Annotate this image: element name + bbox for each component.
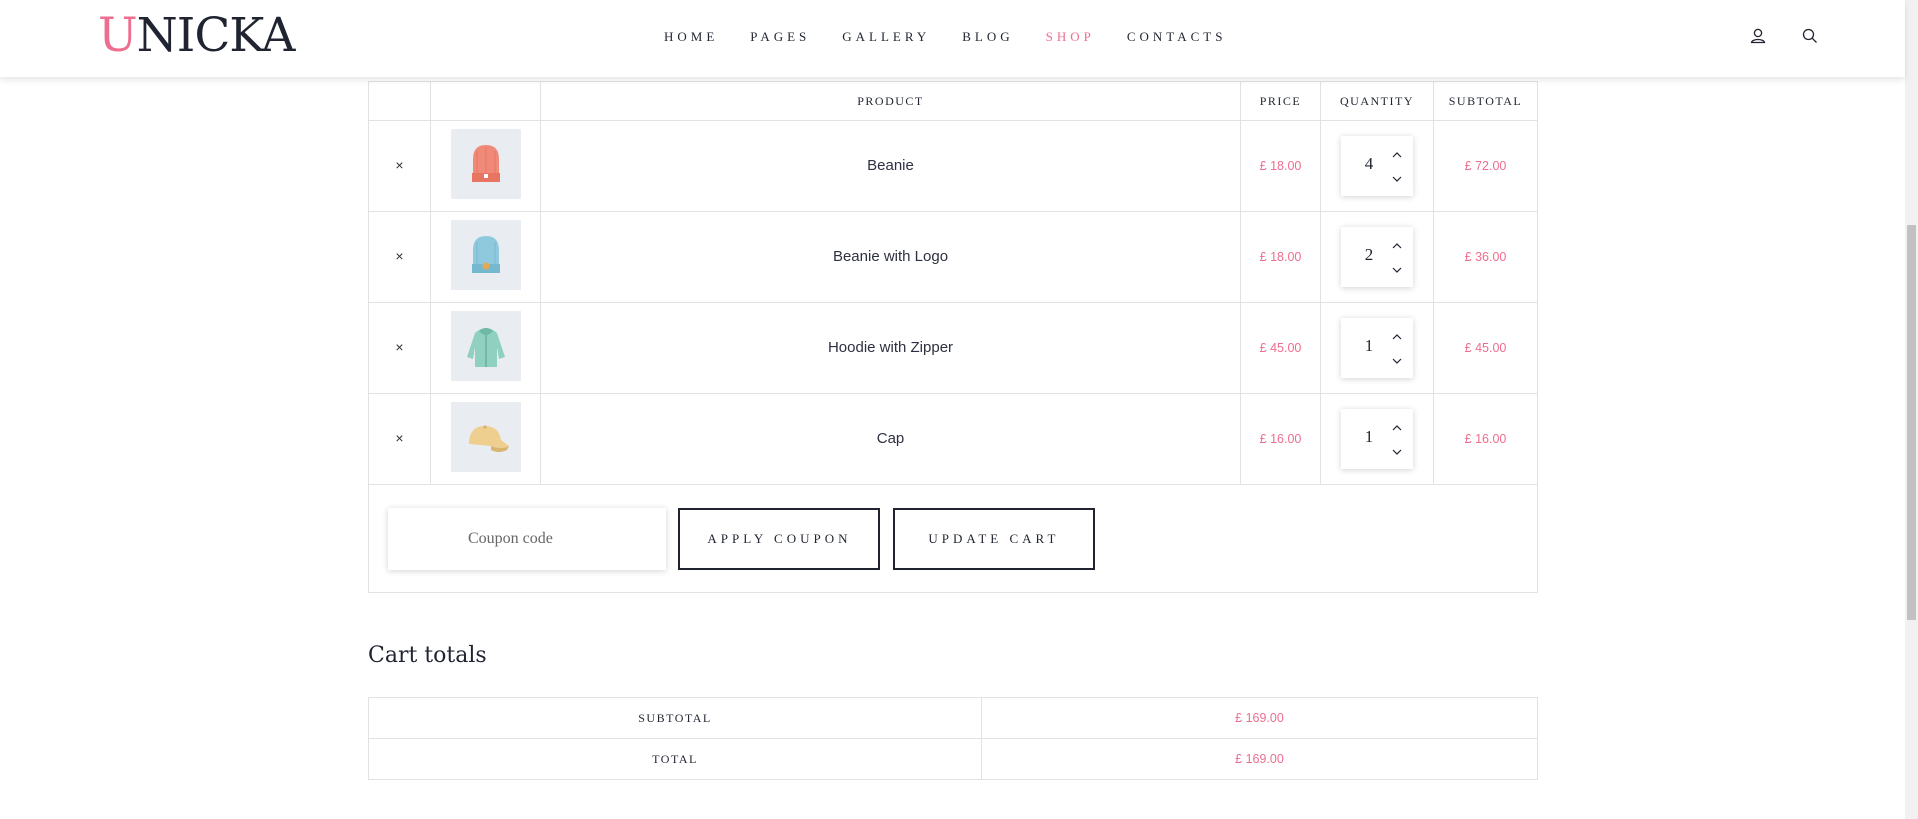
quantity-value[interactable]: 2 (1359, 245, 1379, 265)
cap-thumbnail[interactable] (450, 401, 521, 472)
nav-blog[interactable]: BLOG (962, 28, 1013, 46)
product-name[interactable]: Beanie (867, 157, 914, 174)
cart-actions-row: APPLY COUPON UPDATE CART (368, 484, 1538, 593)
remove-item-button[interactable]: × (395, 157, 403, 173)
beanie-with-logo-thumbnail[interactable] (450, 219, 521, 290)
cart-totals-table: SUBTOTAL £ 169.00 TOTAL £ 169.00 (368, 697, 1538, 780)
header-price: PRICE (1240, 81, 1321, 121)
quantity-stepper[interactable]: 1 (1341, 318, 1413, 378)
remove-item-button[interactable]: × (395, 430, 403, 446)
totals-subtotal-value: £ 169.00 (981, 697, 1538, 739)
table-row: × Beanie with Logo £ 18.00 2 £ 36.00 (368, 211, 1538, 303)
totals-row-subtotal: SUBTOTAL £ 169.00 (368, 697, 1538, 739)
chevron-down-icon[interactable] (1391, 263, 1403, 275)
beanie-thumbnail[interactable] (450, 128, 521, 199)
cart-actions: APPLY COUPON UPDATE CART (368, 484, 1538, 593)
header-product: PRODUCT (540, 81, 1241, 121)
logo-accent-letter: U (98, 8, 138, 63)
quantity-value[interactable]: 4 (1359, 154, 1379, 174)
apply-coupon-button[interactable]: APPLY COUPON (678, 507, 881, 570)
remove-item-button[interactable]: × (395, 339, 403, 355)
cart-header-row: PRODUCT PRICE QUANTITY SUBTOTAL (368, 81, 1538, 121)
nav-home[interactable]: HOME (664, 28, 718, 46)
product-name[interactable]: Cap (877, 430, 905, 447)
site-logo[interactable]: UNICKA (98, 8, 296, 64)
coupon-code-input[interactable] (388, 507, 666, 570)
search-icon[interactable] (1800, 26, 1820, 46)
chevron-up-icon[interactable] (1391, 239, 1403, 251)
cart-totals-title: Cart totals (368, 643, 487, 668)
nav-contacts[interactable]: CONTACTS (1127, 28, 1227, 46)
line-subtotal: £ 36.00 (1464, 250, 1507, 264)
product-price: £ 18.00 (1259, 250, 1302, 264)
line-subtotal: £ 16.00 (1464, 432, 1507, 446)
chevron-up-icon[interactable] (1391, 148, 1403, 160)
product-price: £ 45.00 (1259, 341, 1302, 355)
quantity-stepper[interactable]: 2 (1341, 227, 1413, 287)
product-name[interactable]: Beanie with Logo (833, 248, 948, 265)
page-scrollbar[interactable] (1905, 0, 1918, 819)
table-row: × Cap £ 16.00 1 £ 16.00 (368, 393, 1538, 485)
chevron-up-icon[interactable] (1391, 330, 1403, 342)
remove-item-button[interactable]: × (395, 248, 403, 264)
main-nav: HOME PAGES GALLERY BLOG SHOP CONTACTS (664, 28, 1258, 46)
totals-subtotal-label: SUBTOTAL (368, 697, 982, 739)
nav-gallery[interactable]: GALLERY (842, 28, 930, 46)
nav-shop[interactable]: SHOP (1046, 28, 1095, 46)
quantity-value[interactable]: 1 (1359, 336, 1379, 356)
table-row: × Hoodie with Zipper £ 45.00 1 £ 45.00 (368, 302, 1538, 394)
header-subtotal: SUBTOTAL (1433, 81, 1538, 121)
line-subtotal: £ 72.00 (1464, 159, 1507, 173)
totals-total-label: TOTAL (368, 738, 982, 780)
line-subtotal: £ 45.00 (1464, 341, 1507, 355)
quantity-stepper[interactable]: 1 (1341, 409, 1413, 469)
chevron-down-icon[interactable] (1391, 445, 1403, 457)
site-header: UNICKA HOME PAGES GALLERY BLOG SHOP CONT… (0, 0, 1905, 77)
totals-row-total: TOTAL £ 169.00 (368, 738, 1538, 780)
chevron-down-icon[interactable] (1391, 354, 1403, 366)
table-row: × Beanie £ 18.00 4 £ 72.00 (368, 120, 1538, 212)
chevron-up-icon[interactable] (1391, 421, 1403, 433)
scrollbar-thumb[interactable] (1907, 225, 1916, 620)
product-price: £ 18.00 (1259, 159, 1302, 173)
quantity-stepper[interactable]: 4 (1341, 136, 1413, 196)
header-quantity: QUANTITY (1320, 81, 1434, 121)
header-thumbnail (430, 81, 541, 121)
product-name[interactable]: Hoodie with Zipper (828, 339, 953, 356)
nav-pages[interactable]: PAGES (750, 28, 810, 46)
update-cart-button[interactable]: UPDATE CART (892, 507, 1095, 570)
hoodie-thumbnail[interactable] (450, 310, 521, 381)
product-price: £ 16.00 (1259, 432, 1302, 446)
user-icon[interactable] (1748, 26, 1768, 46)
cart-table: PRODUCT PRICE QUANTITY SUBTOTAL × Beanie… (368, 81, 1538, 593)
quantity-value[interactable]: 1 (1359, 427, 1379, 447)
header-remove (368, 81, 431, 121)
totals-total-value: £ 169.00 (981, 738, 1538, 780)
logo-text: NICKA (136, 8, 296, 63)
chevron-down-icon[interactable] (1391, 172, 1403, 184)
